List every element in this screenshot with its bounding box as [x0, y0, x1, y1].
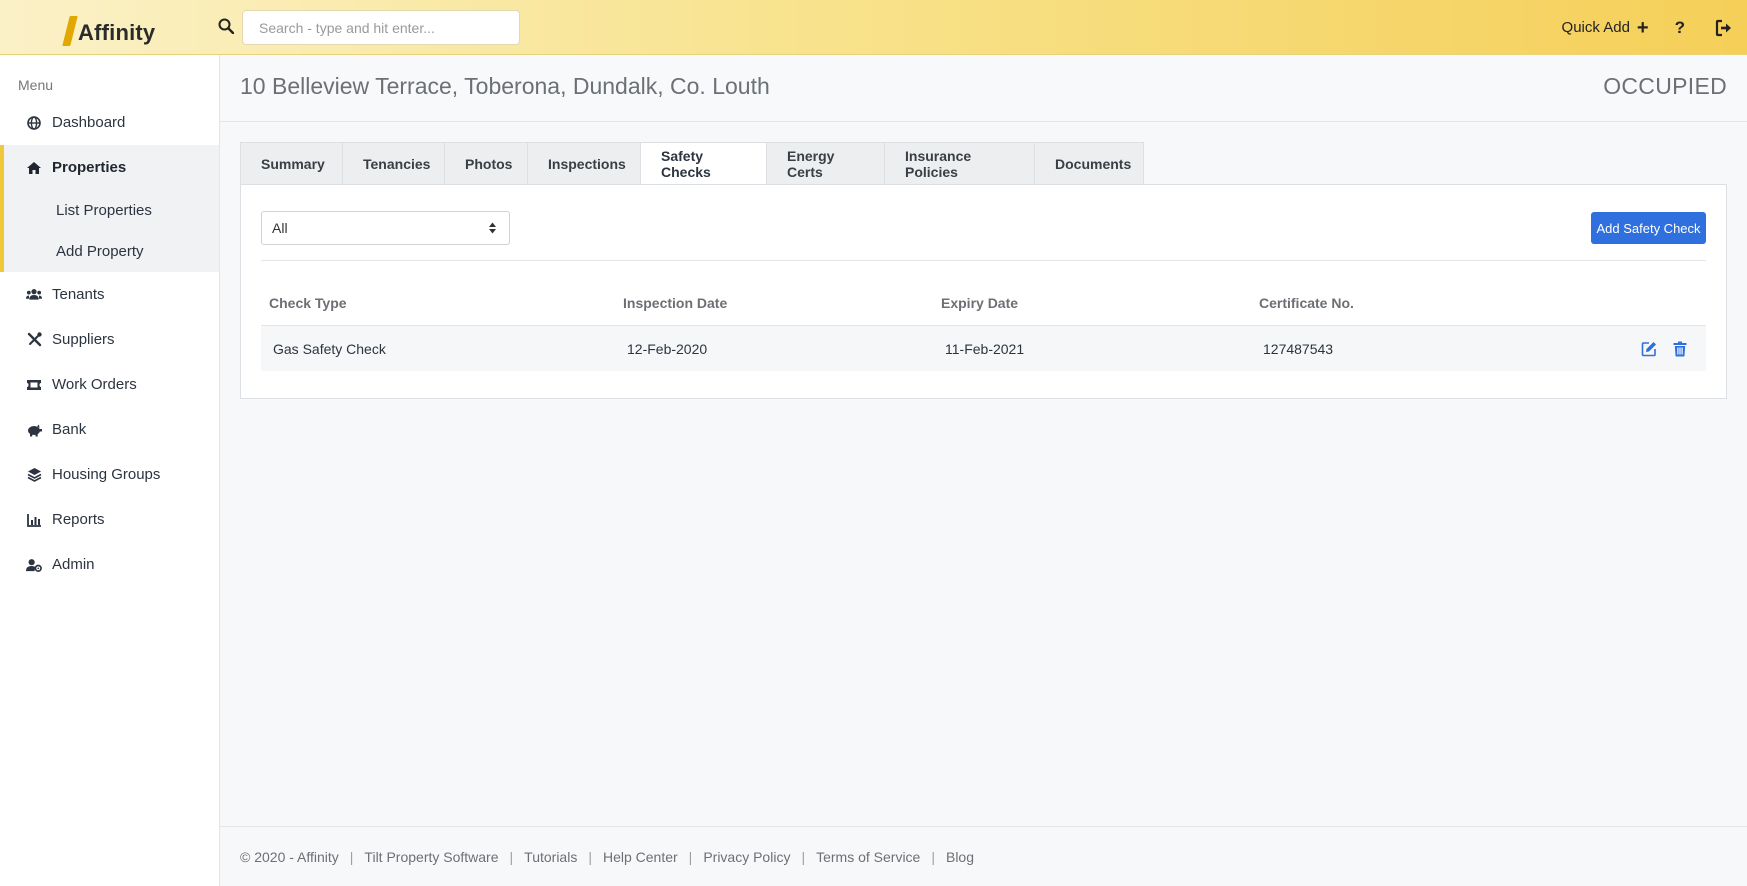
tab-insurance-policies[interactable]: Insurance Policies — [884, 142, 1034, 185]
sign-out-icon[interactable] — [1715, 19, 1733, 37]
sidebar-item-admin[interactable]: Admin — [0, 542, 219, 587]
footer-separator: | — [931, 849, 935, 865]
sidebar-item-label: Reports — [52, 511, 105, 528]
footer-separator: | — [801, 849, 806, 865]
help-button[interactable]: ? — [1675, 18, 1685, 38]
sidebar-item-dashboard[interactable]: Dashboard — [0, 100, 219, 145]
add-safety-check-button[interactable]: Add Safety Check — [1591, 212, 1706, 244]
column-header-expiry-date[interactable]: Expiry Date — [941, 295, 1259, 311]
footer-link-help-center[interactable]: Help Center — [603, 849, 678, 865]
sidebar: Menu Dashboard Properties List Propertie… — [0, 55, 220, 886]
row-actions — [1559, 341, 1706, 357]
users-icon — [26, 287, 42, 303]
sidebar-item-tenants[interactable]: Tenants — [0, 272, 219, 317]
footer-separator: | — [588, 849, 592, 865]
home-icon — [26, 160, 42, 176]
sidebar-group-properties: Properties List Properties Add Property — [0, 145, 219, 272]
footer-link-tutorials[interactable]: Tutorials — [524, 849, 577, 865]
tab-tenancies[interactable]: Tenancies — [342, 142, 444, 185]
cell-inspection-date: 12-Feb-2020 — [627, 340, 708, 357]
quick-add-button[interactable]: Quick Add + — [1562, 18, 1649, 38]
globe-icon — [26, 115, 42, 131]
top-bar: Affinity Quick Add + ? — [0, 0, 1747, 55]
page-title: 10 Belleview Terrace, Toberona, Dundalk,… — [240, 73, 770, 99]
sidebar-item-reports[interactable]: Reports — [0, 497, 219, 542]
footer-copyright: © 2020 - Affinity — [240, 849, 339, 865]
user-cog-icon — [26, 557, 42, 573]
sidebar-item-label: Work Orders — [52, 376, 137, 393]
footer-link-terms-of-service[interactable]: Terms of Service — [816, 849, 920, 865]
logo-text: Affinity — [78, 20, 156, 45]
sidebar-item-work-orders[interactable]: Work Orders — [0, 362, 219, 407]
footer-separator: | — [688, 849, 693, 865]
trash-icon[interactable] — [1672, 341, 1688, 357]
footer-separator: | — [349, 849, 354, 865]
piggy-bank-icon — [26, 422, 42, 438]
sidebar-item-properties[interactable]: Properties — [4, 145, 219, 190]
affinity-logo[interactable]: Affinity — [62, 10, 156, 46]
column-header-inspection-date[interactable]: Inspection Date — [623, 295, 941, 311]
check-type-filter-select[interactable]: All — [261, 211, 510, 245]
footer-separator: | — [509, 849, 514, 865]
ticket-icon — [26, 377, 42, 393]
menu-label: Menu — [18, 77, 54, 93]
cell-certificate-no: 127487543 — [1263, 340, 1334, 357]
sidebar-item-label: Housing Groups — [52, 466, 161, 483]
sort-caret-icon — [489, 222, 496, 234]
sidebar-subitem-list-properties[interactable]: List Properties — [4, 190, 219, 231]
sidebar-item-housing-groups[interactable]: Housing Groups — [0, 452, 219, 497]
footer-link-blog[interactable]: Blog — [946, 849, 974, 865]
edit-icon[interactable] — [1641, 341, 1657, 357]
column-header-check-type[interactable]: Check Type — [261, 295, 623, 311]
footer-link-tilt-property-software[interactable]: Tilt Property Software — [364, 849, 498, 865]
search-icon[interactable] — [218, 18, 234, 34]
tab-energy-certs[interactable]: Energy Certs — [766, 142, 884, 185]
search-input[interactable] — [242, 10, 520, 45]
sidebar-item-label: Bank — [52, 421, 87, 438]
sidebar-item-suppliers[interactable]: Suppliers — [0, 317, 219, 362]
column-header-certificate-no[interactable]: Certificate No. — [1259, 295, 1559, 311]
sidebar-item-label: Suppliers — [52, 331, 115, 348]
property-tabs: Summary Tenancies Photos Inspections Saf… — [240, 142, 1144, 185]
cell-check-type: Gas Safety Check — [273, 340, 386, 357]
tab-photos[interactable]: Photos — [444, 142, 527, 185]
sidebar-item-label: Properties — [52, 159, 127, 176]
quick-add-label: Quick Add — [1561, 19, 1630, 36]
table-row[interactable]: Gas Safety Check 12-Feb-2020 11-Feb-2021… — [261, 326, 1706, 371]
safety-checks-panel: All Add Safety Check Check Type Inspecti… — [240, 184, 1727, 399]
tab-summary[interactable]: Summary — [240, 142, 342, 185]
sidebar-subitem-add-property[interactable]: Add Property — [4, 231, 219, 272]
footer-links: © 2020 - Affinity | Tilt Property Softwa… — [240, 849, 974, 865]
logo-mark — [62, 16, 78, 46]
filter-selected-value: All — [272, 220, 288, 236]
table-header: Check Type Inspection Date Expiry Date C… — [261, 280, 1706, 326]
sidebar-item-bank[interactable]: Bank — [0, 407, 219, 452]
sidebar-item-label: Tenants — [52, 286, 105, 303]
property-header: 10 Belleview Terrace, Toberona, Dundalk,… — [220, 55, 1747, 122]
status-badge: OCCUPIED — [1603, 73, 1727, 99]
layers-icon — [26, 467, 42, 483]
sidebar-item-label: Dashboard — [52, 114, 126, 131]
sidebar-nav: Dashboard Properties List Properties Add… — [0, 100, 219, 587]
footer: © 2020 - Affinity | Tilt Property Softwa… — [220, 826, 1747, 886]
tab-inspections[interactable]: Inspections — [527, 142, 640, 185]
plus-icon: + — [1636, 16, 1649, 39]
safety-checks-table: Check Type Inspection Date Expiry Date C… — [261, 280, 1706, 371]
tools-icon — [26, 332, 42, 348]
divider — [261, 260, 1706, 261]
cell-expiry-date: 11-Feb-2021 — [945, 340, 1025, 357]
chart-icon — [26, 512, 42, 528]
footer-link-privacy-policy[interactable]: Privacy Policy — [703, 849, 790, 865]
tab-safety-checks[interactable]: Safety Checks — [640, 142, 766, 185]
tab-documents[interactable]: Documents — [1034, 142, 1144, 185]
sidebar-item-label: Admin — [52, 556, 95, 573]
top-right-actions: Quick Add + ? — [1562, 0, 1747, 55]
